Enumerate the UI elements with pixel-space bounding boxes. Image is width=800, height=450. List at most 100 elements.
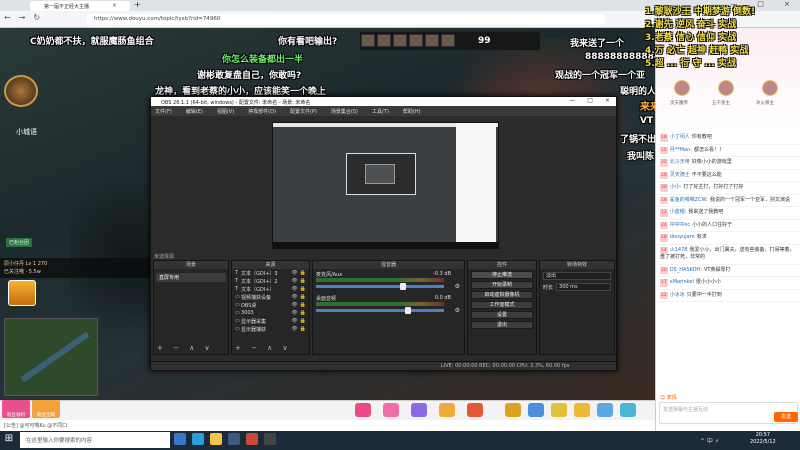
chat-username[interactable]: 鲨鱼的嗯嗯ZCW: (670, 197, 708, 203)
menu-file[interactable]: 文件(F) (155, 108, 172, 116)
eye-icon[interactable]: 👁 (291, 286, 297, 292)
source-item[interactable]: ▭ 显示器捕获 👁 🔒 (232, 325, 309, 333)
task-view-icon[interactable] (174, 433, 186, 445)
streamer-avatar[interactable] (4, 75, 38, 107)
eye-icon[interactable]: 👁 (291, 302, 297, 308)
dota-icon[interactable] (246, 433, 258, 445)
eye-icon[interactable]: 👁 (291, 326, 297, 332)
forward-icon[interactable]: → (19, 13, 26, 22)
fan-chest-button[interactable]: 粉丝宝箱 (32, 400, 60, 418)
maximize-icon[interactable]: □ (757, 0, 764, 11)
windows-start-icon[interactable]: ⊞ (2, 433, 16, 447)
chat-username[interactable]: 冲冲冲sc (670, 222, 690, 228)
transition-duration-input[interactable]: 300 ms (556, 283, 611, 291)
eye-icon[interactable]: 👁 (291, 318, 297, 324)
minimize-icon[interactable]: — (569, 97, 575, 104)
chat-username[interactable]: 小蓝帽: (670, 209, 687, 215)
chat-message-list[interactable]: 18 小丁闲人 你有教吧 15 月**Man: 都怎么看！！ 22 北斗天帝 好像小小的游戏… (656, 132, 800, 402)
gear-icon[interactable]: ⚙ (455, 283, 460, 290)
volume-slider-handle[interactable] (400, 283, 407, 290)
lock-icon[interactable]: 🔒 (300, 318, 306, 324)
fan-benefit-button[interactable]: 粉丝福利 (2, 400, 30, 418)
gift-icon[interactable] (355, 403, 371, 417)
close-icon[interactable]: × (784, 0, 790, 11)
refresh-icon[interactable]: ↻ (33, 13, 40, 22)
chat-username[interactable]: douyujam (670, 234, 695, 240)
volume-slider[interactable] (316, 285, 444, 288)
treasure-chest-icon[interactable] (8, 280, 36, 306)
menu-tools[interactable]: 工具(T) (372, 108, 389, 116)
start-recording-button[interactable]: 开始录制 (471, 281, 533, 289)
chat-username[interactable]: xMarinkel (670, 279, 694, 285)
url-input[interactable]: https://www.douyu.com/topic/tysb?rid=749… (86, 14, 606, 25)
taskbar-search-input[interactable]: 在这里输入你要搜索的内容 (20, 432, 170, 448)
stop-streaming-button[interactable]: 停止推流 (471, 271, 533, 279)
gift-icon[interactable] (383, 403, 399, 417)
source-item[interactable]: ▭ 视频捕获设备 👁 🔒 (232, 293, 309, 301)
gift-icon[interactable] (439, 403, 455, 417)
close-icon[interactable]: × (605, 97, 610, 104)
menu-help[interactable]: 帮助(H) (403, 108, 421, 116)
eye-icon[interactable]: 👁 (291, 310, 297, 316)
menu-profile[interactable]: 配置文件(P) (290, 108, 317, 116)
chat-username[interactable]: 灵天骑士 (670, 172, 690, 178)
file-explorer-icon[interactable] (210, 433, 222, 445)
menu-view[interactable]: 视图(V) (217, 108, 234, 116)
back-icon[interactable]: ← (4, 13, 11, 22)
emoji-button[interactable]: ☺ 表情 (660, 394, 677, 401)
eye-icon[interactable]: 👁 (291, 278, 297, 284)
source-item[interactable]: ▭ 显示器采集 👁 🔒 (232, 317, 309, 325)
obs-preview-area[interactable] (151, 116, 616, 252)
gift-icon[interactable] (411, 403, 427, 417)
obs-window[interactable]: OBS 26.1.1 (64-bit, windows) - 配置文件: 未命名… (150, 96, 617, 371)
lock-icon[interactable]: 🔒 (300, 278, 306, 284)
gift-icon[interactable] (467, 403, 483, 417)
source-item[interactable]: ▭ 3003 👁 🔒 (232, 309, 309, 317)
chat-username[interactable]: DS_HASKOH: (670, 267, 702, 273)
gift-icon[interactable] (574, 403, 590, 417)
source-item[interactable]: T 文本（GDI+）2 👁 🔒 (232, 277, 309, 285)
gift-icon[interactable] (597, 403, 613, 417)
studio-mode-button[interactable]: 工作室模式 (471, 301, 533, 309)
gift-icon[interactable] (551, 403, 567, 417)
transition-type-select[interactable]: 淡出 (543, 272, 611, 280)
menu-docks[interactable]: 停靠部件(D) (248, 108, 276, 116)
chat-username[interactable]: 火1478 (670, 247, 688, 253)
obs-icon[interactable] (264, 433, 276, 445)
settings-button[interactable]: 设置 (471, 311, 533, 319)
lock-icon[interactable]: 🔒 (300, 310, 306, 316)
menu-edit[interactable]: 编辑(E) (186, 108, 203, 116)
gift-icon[interactable] (505, 403, 521, 417)
obs-preview-canvas[interactable] (272, 122, 499, 249)
lock-icon[interactable]: 🔒 (300, 302, 306, 308)
source-item[interactable]: T 文本（GDI+） 👁 🔒 (232, 285, 309, 293)
dock-footer-controls[interactable]: + − ∧ ∨ (235, 344, 292, 352)
chat-username[interactable]: 北斗天帝 (670, 159, 690, 165)
chat-username[interactable]: 小小: (670, 184, 682, 190)
fan-badge[interactable]: 已粉丝团 (6, 238, 33, 247)
chat-username[interactable]: 月**Man: (670, 147, 692, 153)
eye-icon[interactable]: 👁 (291, 294, 297, 300)
steam-icon[interactable] (228, 433, 240, 445)
scene-item[interactable]: 直屏专用 (156, 273, 226, 282)
send-button[interactable]: 发送 (774, 412, 798, 422)
chat-username[interactable]: 小冰冰 (670, 292, 685, 298)
rank-avatar[interactable] (718, 80, 734, 96)
lock-icon[interactable]: 🔒 (300, 326, 306, 332)
lock-icon[interactable]: 🔒 (300, 270, 306, 276)
gift-icon[interactable] (528, 403, 544, 417)
volume-slider[interactable] (316, 309, 444, 312)
eye-icon[interactable]: 👁 (291, 270, 297, 276)
exit-button[interactable]: 退出 (471, 321, 533, 329)
maximize-icon[interactable]: □ (587, 97, 593, 104)
rank-avatar[interactable] (762, 80, 778, 96)
rank-avatar[interactable] (674, 80, 690, 96)
menu-scene-collection[interactable]: 场景集合(S) (331, 108, 358, 116)
gear-icon[interactable]: ⚙ (455, 307, 460, 314)
source-item[interactable]: T 文本（GDI+）3 👁 🔒 (232, 269, 309, 277)
source-item[interactable]: ▭ OBS桌 👁 🔒 (232, 301, 309, 309)
edge-browser-icon[interactable] (192, 433, 204, 445)
lock-icon[interactable]: 🔒 (300, 294, 306, 300)
new-tab-button[interactable]: + (134, 0, 141, 9)
virtual-camera-button[interactable]: 启动虚拟摄像机 (471, 291, 533, 299)
